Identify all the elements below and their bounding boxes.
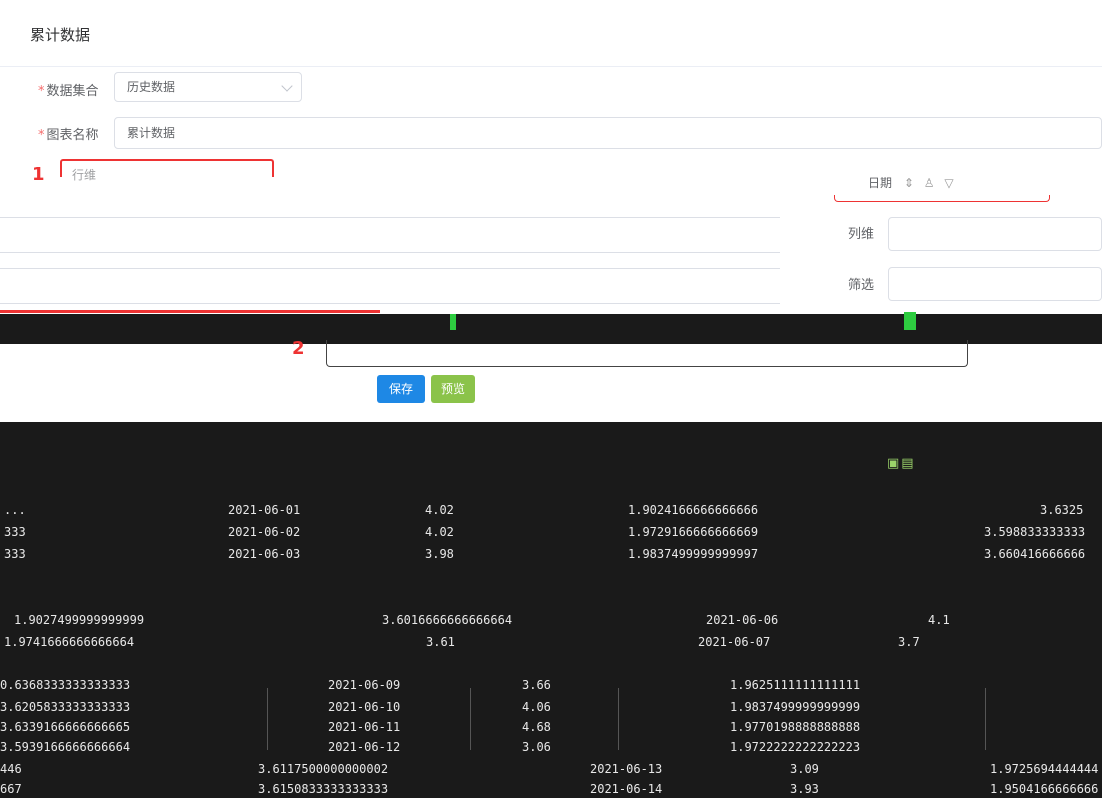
cell-ellipsis: ... xyxy=(4,503,26,517)
print-icon[interactable]: ▤ xyxy=(901,456,913,471)
cell-value-a: 4.68 xyxy=(522,720,551,734)
cell-value-c: 1.9027499999999999 xyxy=(14,613,145,627)
annotation-marker-1: 1 xyxy=(32,164,45,185)
chevron-down-icon xyxy=(281,80,293,92)
dataset-select[interactable]: 历史数据 xyxy=(114,72,302,102)
table-row: 3.6205833333333333 2021-06-10 4.06 1.983… xyxy=(0,697,1102,719)
cell-value-c: 3.598833333333 xyxy=(984,525,1086,539)
panel-title: 累计数据 xyxy=(30,26,91,44)
cell-value-a: 3.09 xyxy=(790,762,819,776)
cell-value-c: 3.660416666666 xyxy=(984,547,1086,561)
title-divider xyxy=(0,66,1102,67)
glitch-input-row xyxy=(0,217,780,253)
table-row: 333 2021-06-02 4.02 1.9729166666666669 3… xyxy=(0,522,1102,544)
cell-date: 2021-06-06 xyxy=(706,613,779,627)
cell-date: 2021-06-11 xyxy=(328,720,401,734)
col-dim-drop-area xyxy=(326,340,968,367)
cell-value-c: 446 xyxy=(0,762,22,776)
cell-value-a: 3.06 xyxy=(522,740,551,754)
row-dim-label: 行维 xyxy=(72,168,97,182)
cell-value-a: 3.93 xyxy=(790,782,819,796)
cell-value-b: 1.9725694444444 xyxy=(990,762,1099,776)
cell-value-c: 3.6150833333333333 xyxy=(258,782,389,796)
filter-label: 筛选 xyxy=(848,278,875,293)
cell-ellipsis: 333 xyxy=(4,547,26,561)
cell-date: 2021-06-01 xyxy=(228,503,301,517)
chart-name-value: 累计数据 xyxy=(127,126,176,140)
dataset-select-value: 历史数据 xyxy=(127,80,176,94)
cell-value-a: 4.02 xyxy=(425,503,454,517)
cell-date: 2021-06-14 xyxy=(590,782,663,796)
cell-value-c: 3.61 xyxy=(426,635,455,649)
cell-ellipsis: 333 xyxy=(4,525,26,539)
date-field-chip[interactable]: 日期 ⇕ ♙ ▽ xyxy=(868,174,954,191)
cell-date: 2021-06-13 xyxy=(590,762,663,776)
cell-value-b: 1.9729166666666669 xyxy=(628,525,759,539)
cell-value-c: 1.9741666666666664 xyxy=(4,635,135,649)
cell-date: 2021-06-07 xyxy=(698,635,771,649)
cell-value-b: 1.9504166666666 xyxy=(990,782,1099,796)
cell-value-a: 3.66 xyxy=(522,678,551,692)
table-row: 1.9027499999999999 3.6016666666666664 20… xyxy=(0,610,1102,632)
preview-button[interactable]: 预览 xyxy=(431,375,475,403)
cell-value-c: 3.6016666666666664 xyxy=(382,613,513,627)
cell-value-c: 667 xyxy=(0,782,22,796)
glitch-redline xyxy=(0,310,380,313)
cell-value-b: 1.9625111111111111 xyxy=(730,678,861,692)
save-button[interactable]: 保存 xyxy=(377,375,425,403)
table-row: 0.6368333333333333 2021-06-09 3.66 1.962… xyxy=(0,675,1102,697)
table-row: ... 2021-06-01 4.02 1.9024166666666666 3… xyxy=(0,500,1102,522)
cell-value-c: 3.6205833333333333 xyxy=(0,700,131,714)
date-field-label: 日期 xyxy=(868,176,893,190)
cell-value-c: 3.6117500000000002 xyxy=(258,762,389,776)
glitch-green xyxy=(904,312,916,330)
annotation-marker-2: 2 xyxy=(292,338,305,359)
col-dim-input[interactable] xyxy=(888,217,1102,251)
cell-date: 2021-06-12 xyxy=(328,740,401,754)
table-row: 333 2021-06-03 3.98 1.9837499999999997 3… xyxy=(0,544,1102,566)
cell-date: 2021-06-09 xyxy=(328,678,401,692)
cell-value-a: 4.1 xyxy=(928,613,950,627)
table-row: 446 3.6117500000000002 2021-06-13 3.09 1… xyxy=(0,759,1102,781)
filter-input[interactable] xyxy=(888,267,1102,301)
cell-value-a: 4.02 xyxy=(425,525,454,539)
cell-value-b: 1.9837499999999997 xyxy=(628,547,759,561)
export-icons: ▣ ▤ xyxy=(887,456,914,471)
table-row: 3.5939166666666664 2021-06-12 3.06 1.972… xyxy=(0,737,1102,759)
cell-date: 2021-06-03 xyxy=(228,547,301,561)
col-dim-label: 列维 xyxy=(848,227,875,242)
cell-value-c: 3.5939166666666664 xyxy=(0,740,131,754)
cell-value-b: 1.9770198888888888 xyxy=(730,720,861,734)
cell-value-c: 0.6368333333333333 xyxy=(0,678,131,692)
cell-value-b: 1.9722222222222223 xyxy=(730,740,861,754)
dataset-label: * 数据集合 xyxy=(38,84,99,99)
user-icon[interactable]: ♙ xyxy=(924,176,935,190)
sort-icon[interactable]: ⇕ xyxy=(904,176,914,190)
export-excel-icon[interactable]: ▣ xyxy=(887,456,899,471)
cell-value-a: 4.06 xyxy=(522,700,551,714)
table-row: 3.6339166666666665 2021-06-11 4.68 1.977… xyxy=(0,717,1102,739)
field-chip-highlight xyxy=(834,195,1050,202)
cell-value-b: 1.9837499999999999 xyxy=(730,700,861,714)
cell-value-a: 3.98 xyxy=(425,547,454,561)
cell-date: 2021-06-02 xyxy=(228,525,301,539)
glitch-input-row xyxy=(0,268,780,304)
chart-name-input[interactable]: 累计数据 xyxy=(114,117,1102,149)
filter-icon[interactable]: ▽ xyxy=(944,176,953,190)
cell-value-a: 3.7 xyxy=(898,635,920,649)
chart-name-label: * 图表名称 xyxy=(38,128,99,143)
table-row: 1.9741666666666664 3.61 2021-06-07 3.7 xyxy=(0,632,1102,654)
glitch-green xyxy=(450,314,456,330)
cell-value-b: 1.9024166666666666 xyxy=(628,503,759,517)
cell-value-c: 3.6339166666666665 xyxy=(0,720,131,734)
cell-value-c: 3.6325 xyxy=(1040,503,1084,517)
cell-date: 2021-06-10 xyxy=(328,700,401,714)
